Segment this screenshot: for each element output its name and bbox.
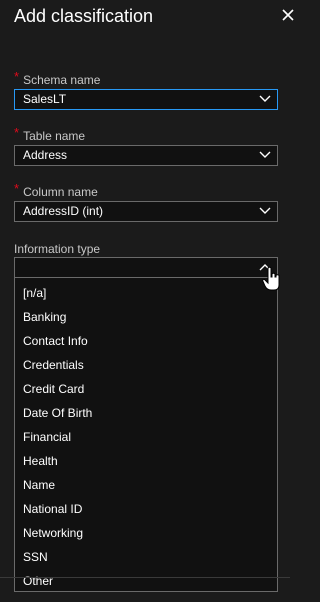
dropdown-option[interactable]: Credentials	[15, 353, 277, 377]
hand-pointer-icon	[262, 266, 280, 291]
schema-name-label-text: Schema name	[23, 73, 101, 87]
dropdown-option[interactable]: SSN	[15, 545, 277, 569]
panel-title: Add classification	[14, 6, 154, 26]
dropdown-option[interactable]: Banking	[15, 305, 277, 329]
information-type-label: Information type	[14, 242, 101, 256]
chevron-down-icon	[259, 95, 271, 102]
dropdown-option[interactable]: Health	[15, 449, 277, 473]
schema-name-select[interactable]: SalesLT	[14, 89, 278, 110]
dropdown-option[interactable]: Other	[15, 569, 277, 593]
footer-divider	[0, 577, 290, 578]
close-button[interactable]	[281, 8, 295, 22]
column-name-select[interactable]: AddressID (int)	[14, 201, 278, 222]
required-marker: *	[14, 125, 20, 140]
chevron-down-icon	[259, 151, 271, 158]
column-name-label-text: Column name	[23, 185, 98, 199]
column-name-value: AddressID (int)	[23, 204, 104, 218]
dropdown-option[interactable]: Contact Info	[15, 329, 277, 353]
column-name-label: * Column name	[14, 182, 98, 200]
dropdown-option[interactable]: [n/a]	[15, 281, 277, 305]
schema-name-label: * Schema name	[14, 70, 101, 88]
information-type-select[interactable]	[14, 257, 278, 278]
dropdown-option[interactable]: Networking	[15, 521, 277, 545]
schema-name-value: SalesLT	[23, 92, 67, 106]
required-marker: *	[14, 181, 20, 196]
dropdown-option[interactable]: Financial	[15, 425, 277, 449]
table-name-select[interactable]: Address	[14, 145, 278, 166]
dropdown-option[interactable]: Credit Card	[15, 377, 277, 401]
table-name-label: * Table name	[14, 126, 86, 144]
dropdown-option[interactable]: Date Of Birth	[15, 401, 277, 425]
close-icon	[282, 9, 294, 21]
table-name-value: Address	[23, 148, 68, 162]
dropdown-option[interactable]: Name	[15, 473, 277, 497]
table-name-label-text: Table name	[23, 129, 86, 143]
chevron-down-icon	[259, 207, 271, 214]
dropdown-option[interactable]: National ID	[15, 497, 277, 521]
information-type-dropdown: [n/a] Banking Contact Info Credentials Credi…	[14, 278, 278, 592]
required-marker: *	[14, 69, 20, 84]
